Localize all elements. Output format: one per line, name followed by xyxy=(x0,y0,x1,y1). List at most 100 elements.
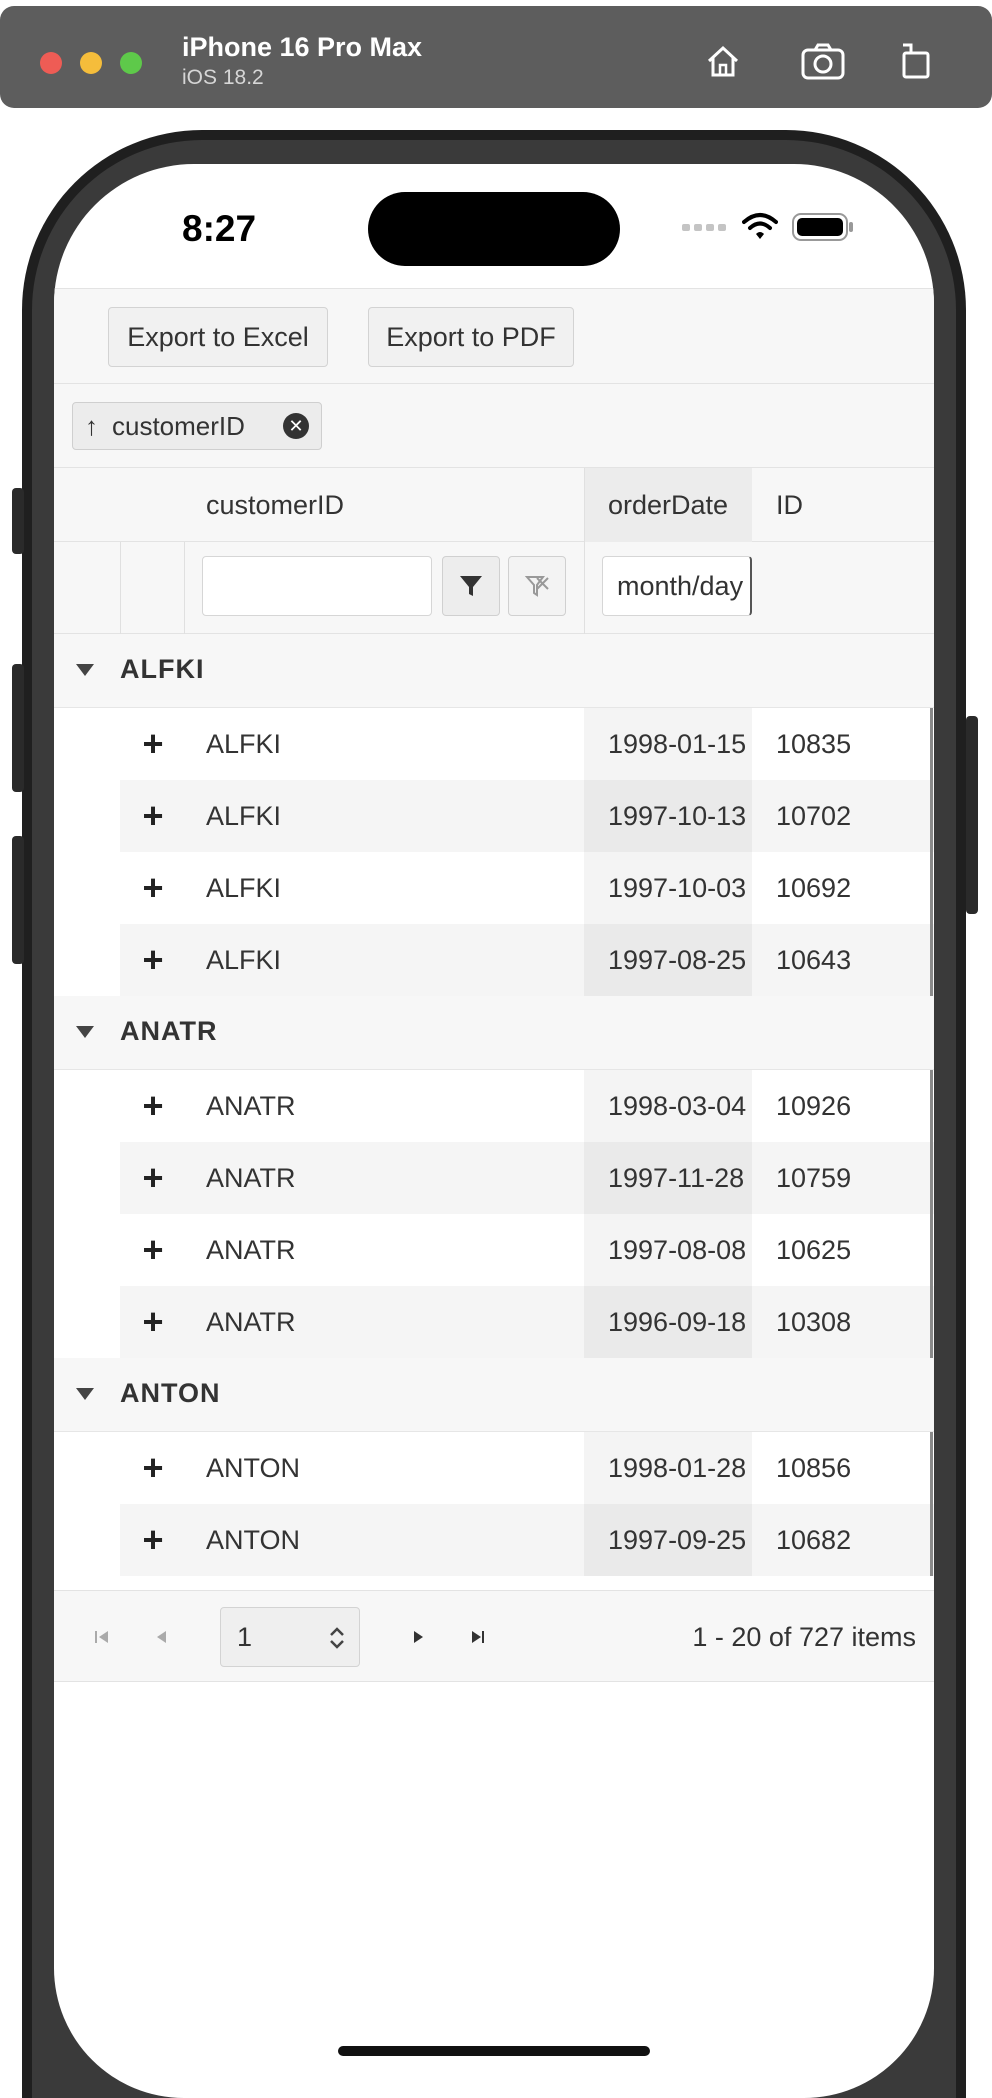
expand-row-icon[interactable]: + xyxy=(138,1214,168,1286)
status-icons xyxy=(682,212,854,242)
grid-filter-row: month/day xyxy=(54,542,934,634)
wifi-icon xyxy=(742,213,778,239)
caret-down-icon[interactable] xyxy=(76,664,94,676)
cell-id: 10308 xyxy=(776,1306,852,1337)
group-chip-customerid[interactable]: ↑ customerID ✕ xyxy=(72,402,322,450)
zoom-window-button[interactable] xyxy=(120,52,142,74)
customerid-filter-input[interactable] xyxy=(202,556,432,616)
expand-row-icon[interactable]: + xyxy=(138,852,168,924)
orderdate-filter-input[interactable]: month/day xyxy=(602,556,752,616)
cell-id: 10926 xyxy=(776,1090,852,1121)
group-chip-label: customerID xyxy=(112,410,245,441)
previous-page-icon[interactable] xyxy=(142,1591,182,1683)
simulator-os-version: iOS 18.2 xyxy=(182,66,264,89)
expand-row-icon[interactable]: + xyxy=(138,1504,168,1576)
last-page-icon[interactable] xyxy=(458,1591,498,1683)
close-window-button[interactable] xyxy=(40,52,62,74)
column-divider xyxy=(120,542,121,634)
column-header-id[interactable]: ID xyxy=(776,468,803,542)
table-row[interactable]: + ANATR 1997-08-08 10625 xyxy=(120,1214,934,1286)
cell-orderdate: 1997-10-03 xyxy=(608,872,747,903)
caret-down-icon[interactable] xyxy=(76,1026,94,1038)
expand-row-icon[interactable]: + xyxy=(138,1286,168,1358)
cell-orderdate: 1997-08-08 xyxy=(608,1234,747,1265)
group-scroll-divider xyxy=(930,1070,933,1358)
status-time: 8:27 xyxy=(182,208,257,249)
chevron-updown-icon xyxy=(330,1627,344,1649)
table-row[interactable]: + ALFKI 1997-10-03 10692 xyxy=(120,852,934,924)
column-divider xyxy=(184,542,185,634)
home-icon[interactable] xyxy=(698,36,748,86)
cell-id: 10682 xyxy=(776,1524,852,1555)
cell-orderdate: 1997-10-13 xyxy=(608,800,747,831)
simulator-title-bar: iPhone 16 Pro Max iOS 18.2 xyxy=(0,6,992,108)
cell-id: 10643 xyxy=(776,944,852,975)
rotate-icon[interactable] xyxy=(890,36,940,86)
home-indicator xyxy=(338,2046,650,2056)
cell-customerid: ALFKI xyxy=(206,944,282,975)
expand-row-icon[interactable]: + xyxy=(138,708,168,780)
cell-orderdate: 1997-09-25 xyxy=(608,1524,747,1555)
cell-orderdate: 1996-09-18 xyxy=(608,1306,747,1337)
expand-row-icon[interactable]: + xyxy=(138,1432,168,1504)
dynamic-island xyxy=(368,192,620,266)
volume-up-button xyxy=(12,664,24,792)
next-page-icon[interactable] xyxy=(398,1591,438,1683)
cell-orderdate: 1998-01-28 xyxy=(608,1452,747,1483)
cell-customerid: ANATR xyxy=(206,1306,296,1337)
remove-group-icon[interactable]: ✕ xyxy=(283,413,309,439)
battery-icon xyxy=(792,213,853,241)
table-row[interactable]: + ANATR 1996-09-18 10308 xyxy=(120,1286,934,1358)
table-row[interactable]: + ALFKI 1997-08-25 10643 xyxy=(120,924,934,996)
caret-down-icon[interactable] xyxy=(76,1388,94,1400)
grid-pager: 1 1 - 20 of 727 items xyxy=(54,1590,934,1682)
column-divider xyxy=(584,468,585,542)
cell-orderdate: 1998-03-04 xyxy=(608,1090,747,1121)
group-row[interactable]: ANTON xyxy=(54,1358,934,1432)
cell-id: 10692 xyxy=(776,872,852,903)
cell-customerid: ANTON xyxy=(206,1452,301,1483)
filter-icon[interactable] xyxy=(442,556,500,616)
table-row[interactable]: + ALFKI 1998-01-15 10835 xyxy=(120,708,934,780)
power-button xyxy=(966,716,978,914)
group-row[interactable]: ALFKI xyxy=(54,634,934,708)
cell-customerid: ANATR xyxy=(206,1162,296,1193)
sort-ascending-icon: ↑ xyxy=(85,410,98,441)
group-scroll-divider xyxy=(930,1432,933,1576)
table-row[interactable]: + ANTON 1998-01-28 10856 xyxy=(120,1432,934,1504)
column-header-customerid[interactable]: customerID xyxy=(206,468,344,542)
cell-customerid: ALFKI xyxy=(206,800,282,831)
phone-screen: 8:27 Export to Excel Export to PDF ↑ cus… xyxy=(54,164,934,2098)
expand-row-icon[interactable]: + xyxy=(138,1070,168,1142)
column-header-orderdate[interactable]: orderDate xyxy=(608,468,728,542)
cell-id: 10625 xyxy=(776,1234,852,1265)
clear-filter-icon[interactable] xyxy=(508,556,566,616)
first-page-icon[interactable] xyxy=(82,1591,122,1683)
cell-orderdate: 1997-08-25 xyxy=(608,944,747,975)
cell-orderdate: 1997-11-28 xyxy=(608,1162,745,1193)
table-row[interactable]: + ANATR 1997-11-28 10759 xyxy=(120,1142,934,1214)
current-page-value: 1 xyxy=(237,1621,253,1652)
table-row[interactable]: + ANATR 1998-03-04 10926 xyxy=(120,1070,934,1142)
cell-customerid: ALFKI xyxy=(206,872,282,903)
expand-row-icon[interactable]: + xyxy=(138,780,168,852)
table-row[interactable]: + ALFKI 1997-10-13 10702 xyxy=(120,780,934,852)
expand-row-icon[interactable]: + xyxy=(138,1142,168,1214)
cell-id: 10856 xyxy=(776,1452,852,1483)
cell-customerid: ANTON xyxy=(206,1524,301,1555)
group-label: ALFKI xyxy=(120,654,205,684)
cellular-signal-icon xyxy=(682,224,726,231)
grid-header-row: customerID orderDate ID xyxy=(54,468,934,542)
minimize-window-button[interactable] xyxy=(80,52,102,74)
action-button xyxy=(12,488,24,554)
group-scroll-divider xyxy=(930,708,933,996)
export-pdf-button[interactable]: Export to PDF xyxy=(368,307,574,367)
group-row[interactable]: ANATR xyxy=(54,996,934,1070)
cell-id: 10759 xyxy=(776,1162,852,1193)
export-excel-button[interactable]: Export to Excel xyxy=(108,307,328,367)
screenshot-icon[interactable] xyxy=(798,36,848,86)
table-row[interactable]: + ANTON 1997-09-25 10682 xyxy=(120,1504,934,1576)
page-selector[interactable]: 1 xyxy=(220,1607,360,1667)
grid-body: ALFKI + ALFKI 1998-01-15 10835 + ALFKI 1997-10-… xyxy=(54,634,934,1590)
expand-row-icon[interactable]: + xyxy=(138,924,168,996)
